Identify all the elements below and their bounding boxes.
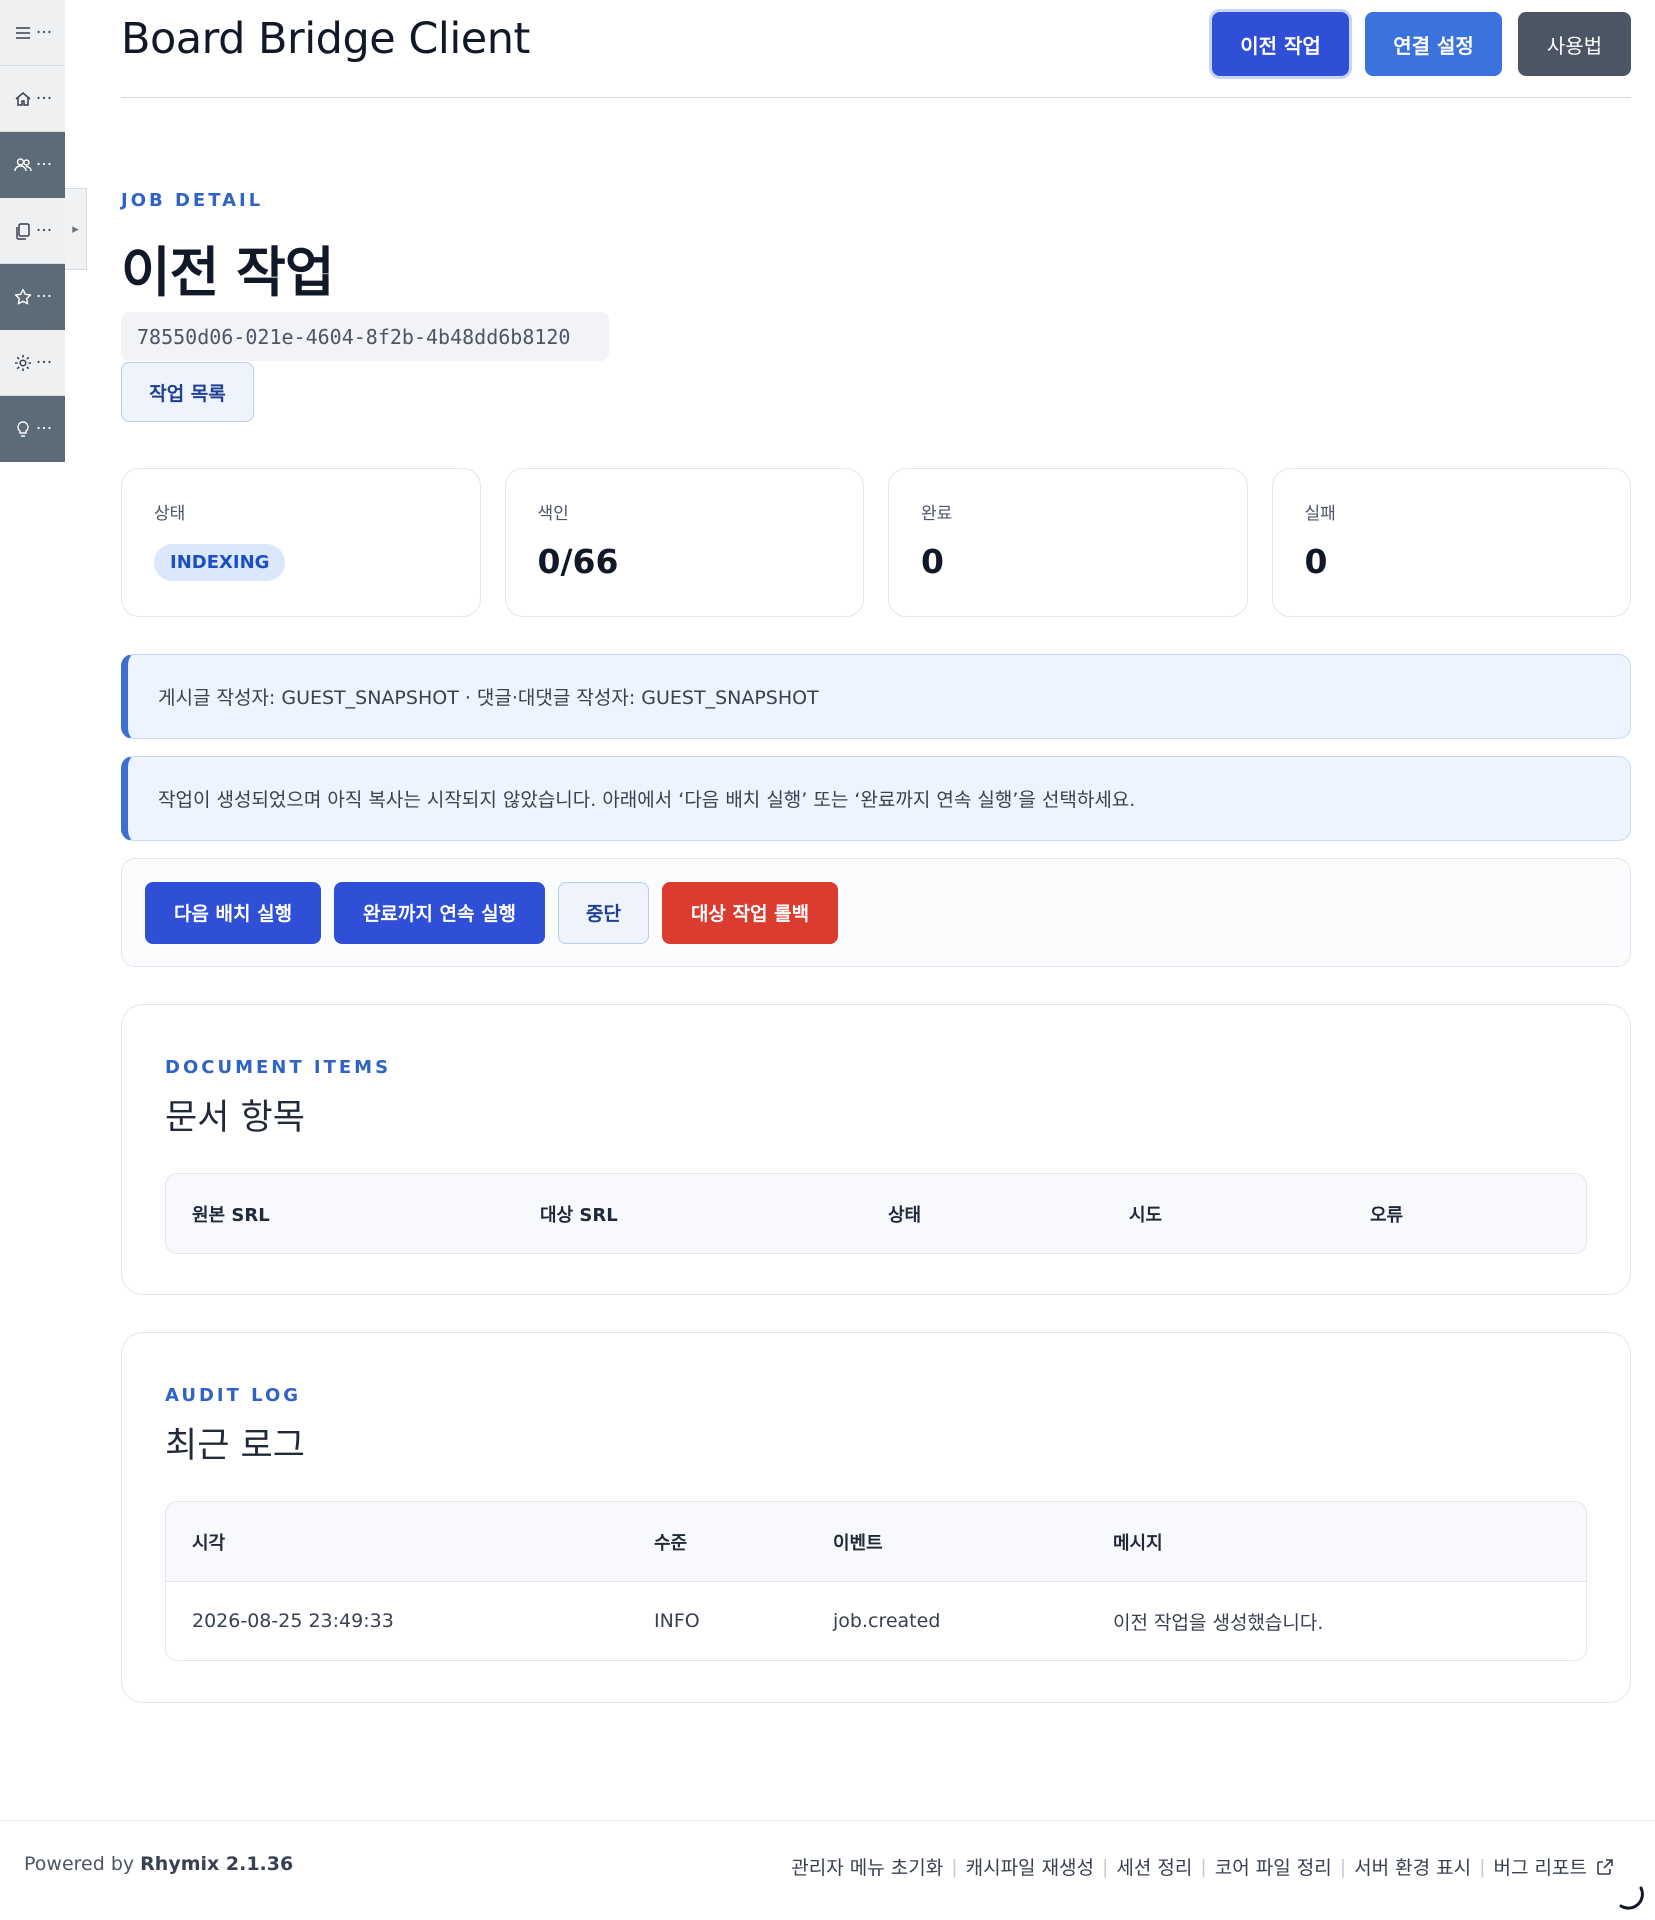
loading-spinner-icon: [1619, 1886, 1644, 1910]
lightbulb-icon: [17, 421, 29, 437]
status-badge: INDEXING: [154, 544, 286, 581]
stats-row: 상태 INDEXING 색인 0/66 완료 0 실패 0: [121, 468, 1631, 617]
column-header: 오류: [1370, 1204, 1404, 1226]
status-notice: 작업이 생성되었으며 아직 복사는 시작되지 않았습니다. 아래에서 ‘다음 배…: [121, 756, 1631, 841]
document-items-title: 문서 항목: [165, 1098, 305, 1138]
powered-by: Powered by Rhymix 2.1.36: [24, 1853, 293, 1875]
separator: |: [1200, 1855, 1207, 1878]
powered-prefix: Powered by: [24, 1853, 135, 1875]
column-header: 시도: [1129, 1204, 1163, 1226]
separator: |: [1339, 1855, 1347, 1878]
log-level: INFO: [654, 1610, 700, 1632]
more-dots: ···: [35, 155, 53, 175]
sidebar-item-documents[interactable]: ···: [0, 198, 65, 264]
separator: |: [1479, 1855, 1486, 1878]
stat-card-status: 상태 INDEXING: [121, 468, 481, 617]
job-detail-eyebrow: JOB DETAIL: [121, 190, 264, 211]
home-icon: [15, 91, 31, 106]
document-items-panel: DOCUMENT ITEMS 문서 항목 원본 SRL 대상 SRL 상태 시도…: [121, 1004, 1631, 1295]
separator: |: [1102, 1855, 1109, 1878]
more-dots: ···: [35, 220, 53, 241]
sidebar-item-home[interactable]: ···: [0, 66, 65, 132]
log-time: 2026-08-25 23:49:33: [192, 1610, 394, 1632]
audit-log-table: 시각 수준 이벤트 메시지 2026-08-25 23:49:33 INFO j…: [165, 1501, 1587, 1661]
sidebar: ··· ··· ··· ··· ··· ··· ···: [0, 0, 65, 462]
sidebar-toggle[interactable]: ▸: [65, 188, 87, 270]
column-header: 메시지: [1113, 1532, 1163, 1554]
stat-card-failed: 실패 0: [1271, 468, 1631, 617]
document-items-eyebrow: DOCUMENT ITEMS: [165, 1057, 392, 1078]
stat-label: 색인: [537, 504, 569, 524]
column-header: 수준: [654, 1532, 688, 1554]
chevron-right-icon: ▸: [72, 221, 79, 237]
users-icon: [14, 158, 32, 172]
header: Board Bridge Client 이전 작업 연결 설정 사용법: [121, 0, 1631, 98]
more-dots: ···: [35, 88, 53, 109]
run-until-complete-button[interactable]: 완료까지 연속 실행: [334, 881, 545, 944]
stat-label: 상태: [154, 504, 186, 524]
footer-links: 관리자 메뉴 초기화 | 캐시파일 재생성 | 세션 정리 | 코어 파일 정리…: [791, 1853, 1615, 1880]
job-list-button[interactable]: 작업 목록: [121, 362, 254, 422]
table-header: 시각 수준 이벤트 메시지: [166, 1502, 1586, 1581]
more-dots: ···: [35, 287, 53, 307]
sidebar-item-favorites[interactable]: ···: [0, 264, 65, 330]
stop-button[interactable]: 중단: [558, 881, 649, 944]
footer-link-reset-admin-menu[interactable]: 관리자 메뉴 초기화: [791, 1853, 943, 1880]
stat-label: 실패: [1304, 504, 1336, 524]
footer-link-server-env[interactable]: 서버 환경 표시: [1354, 1853, 1471, 1880]
log-event: job.created: [833, 1610, 941, 1632]
rollback-button[interactable]: 대상 작업 롤백: [662, 881, 838, 944]
footer-link-bug-report[interactable]: 버그 리포트: [1494, 1853, 1587, 1880]
more-dots: ···: [35, 22, 53, 43]
action-bar: 다음 배치 실행 완료까지 연속 실행 중단 대상 작업 롤백: [121, 858, 1631, 967]
footer-link-regenerate-cache[interactable]: 캐시파일 재생성: [966, 1853, 1094, 1880]
more-dots: ···: [35, 352, 53, 373]
log-message: 이전 작업을 생성했습니다.: [1113, 1611, 1324, 1634]
audit-log-panel: AUDIT LOG 최근 로그 시각 수준 이벤트 메시지 2026-08-25…: [121, 1332, 1631, 1703]
author-notice: 게시글 작성자: GUEST_SNAPSHOT · 댓글·대댓글 작성자: GU…: [121, 654, 1631, 739]
footer: Powered by Rhymix 2.1.36 관리자 메뉴 초기화 | 캐시…: [0, 1820, 1655, 1920]
column-header: 원본 SRL: [192, 1204, 270, 1226]
column-header: 상태: [888, 1204, 922, 1226]
nav-usage-button[interactable]: 사용법: [1518, 12, 1631, 76]
run-next-batch-button[interactable]: 다음 배치 실행: [145, 881, 321, 944]
external-link-icon: [1597, 1858, 1613, 1875]
stat-value: 0: [921, 542, 944, 581]
table-header: 원본 SRL 대상 SRL 상태 시도 오류: [166, 1174, 1586, 1253]
stat-value: 0: [1304, 542, 1328, 581]
footer-link-clean-core-files[interactable]: 코어 파일 정리: [1215, 1853, 1332, 1880]
gear-icon: [14, 354, 31, 371]
document-items-table: 원본 SRL 대상 SRL 상태 시도 오류: [165, 1173, 1587, 1254]
nav-migration-jobs-button[interactable]: 이전 작업: [1212, 12, 1349, 76]
sidebar-item-users[interactable]: ···: [0, 132, 65, 198]
app-title: Board Bridge Client: [121, 14, 530, 64]
rhymix-version-link[interactable]: Rhymix 2.1.36: [140, 1853, 293, 1875]
documents-icon: [16, 222, 30, 240]
stat-label: 완료: [921, 504, 953, 524]
column-header: 시각: [192, 1532, 226, 1554]
more-dots: ···: [35, 419, 53, 439]
table-row: 2026-08-25 23:49:33 INFO job.created 이전 …: [166, 1581, 1586, 1660]
audit-log-eyebrow: AUDIT LOG: [165, 1385, 302, 1406]
separator: |: [951, 1855, 958, 1878]
star-icon: [14, 288, 32, 305]
column-header: 대상 SRL: [540, 1204, 618, 1226]
top-nav: 이전 작업 연결 설정 사용법: [1212, 12, 1631, 76]
audit-log-title: 최근 로그: [165, 1426, 305, 1466]
stat-value: 0/66: [537, 542, 619, 581]
job-id: 78550d06-021e-4604-8f2b-4b48dd6b8120: [121, 312, 609, 361]
footer-link-clear-sessions[interactable]: 세션 정리: [1116, 1853, 1192, 1880]
stat-card-completed: 완료 0: [888, 468, 1248, 617]
sidebar-item-menu[interactable]: ···: [0, 0, 65, 66]
page-title: 이전 작업: [121, 241, 335, 304]
sidebar-item-help[interactable]: ···: [0, 396, 65, 462]
column-header: 이벤트: [833, 1532, 883, 1554]
menu-icon: [15, 26, 30, 39]
stat-card-indexed: 색인 0/66: [504, 468, 864, 617]
nav-connection-settings-button[interactable]: 연결 설정: [1365, 12, 1502, 76]
sidebar-item-settings[interactable]: ···: [0, 330, 65, 396]
